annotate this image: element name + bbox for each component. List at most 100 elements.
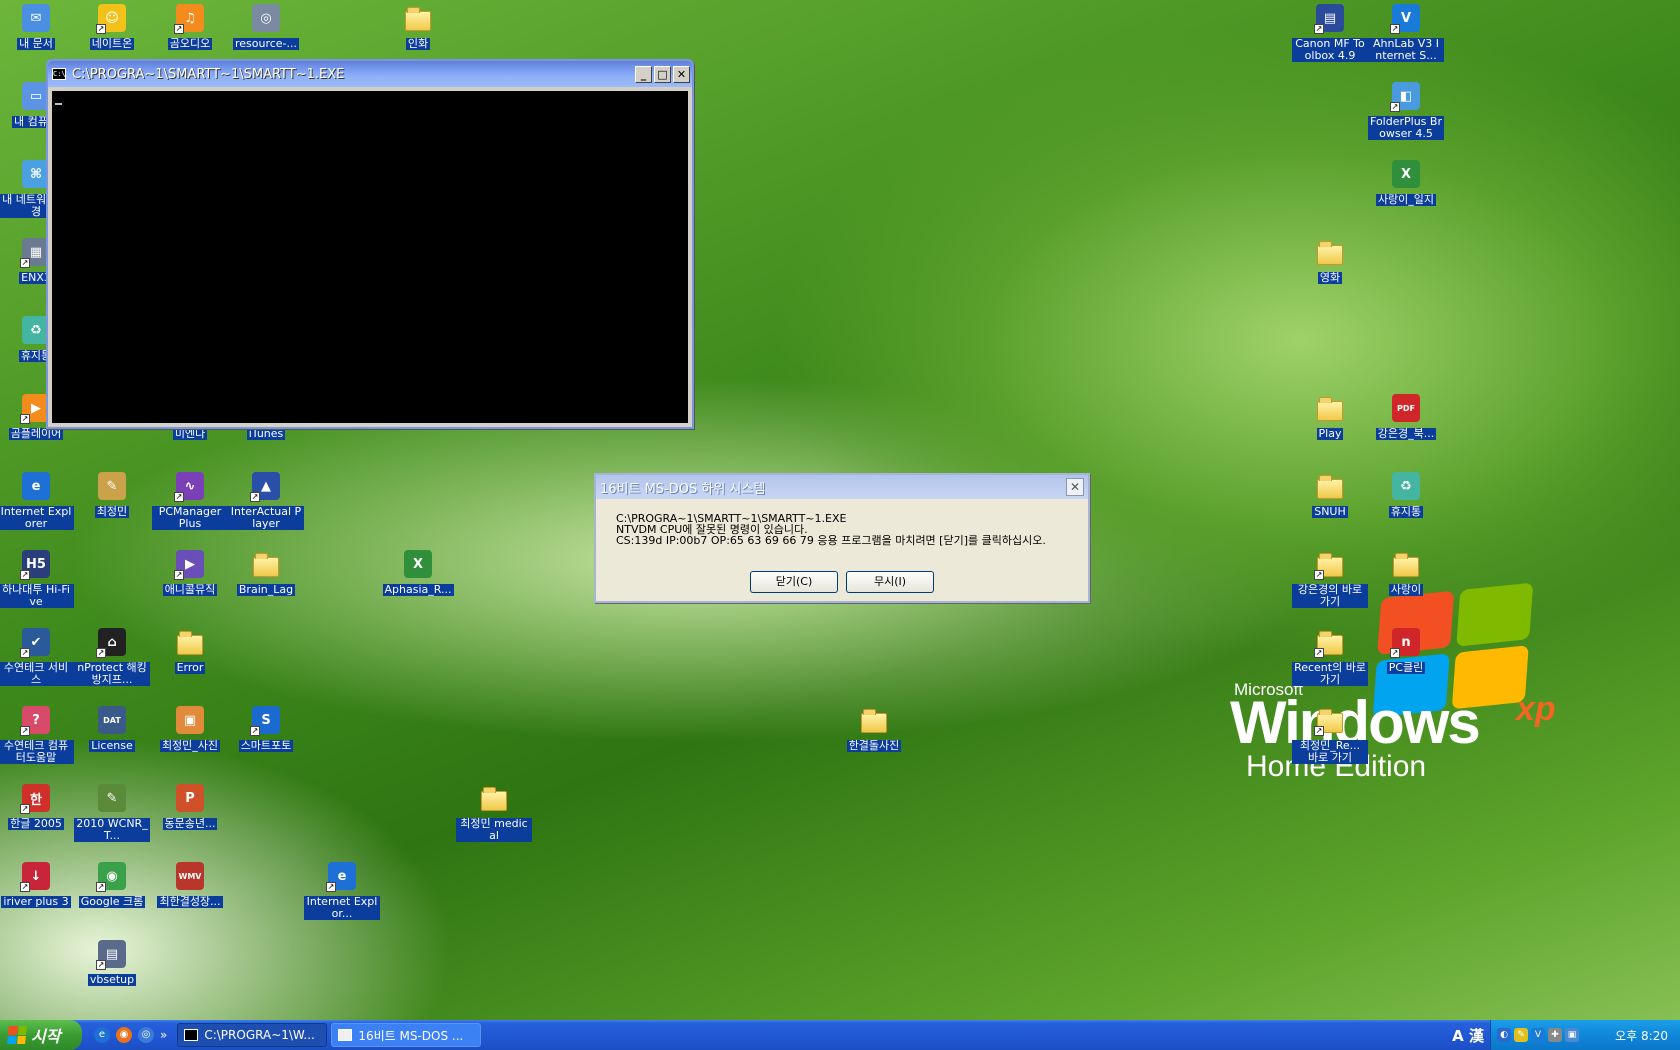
desktop-icon-label: 곰플레이어 [8,427,64,440]
shortcut-arrow-icon: ↗ [174,24,184,34]
shortcut-arrow-icon: ↗ [1314,726,1324,736]
desktop-icon[interactable]: 영화 [1292,236,1368,284]
desktop-icon-label: License [89,739,135,752]
taskbar: 시작 e ◉ ◎ » C:\PROGRA~1\W... 16비트 MS-DOS ...… [0,1020,1680,1050]
desktop-icon[interactable]: ▤ ↗ vbsetup [74,938,150,986]
anycall-music-icon: ▶ ↗ [174,548,206,580]
folder-icon [478,782,510,814]
desktop-icon[interactable]: ▲ ↗ InterActual Player [228,470,304,530]
desktop-icon[interactable]: ▤ ↗ Canon MF Toolbox 4.9 [1292,2,1368,62]
media-quicklaunch-icon[interactable]: ◎ [138,1027,154,1043]
desktop-icon[interactable]: ♫ ↗ 곰오디오 [152,2,228,50]
desktop-icon[interactable]: 최정민 medical [456,782,532,842]
desktop-icon[interactable]: ◎ resource-... [228,2,304,50]
minimize-button[interactable]: _ [635,65,652,83]
desktop-icon[interactable]: Brain_Lag [228,548,304,596]
desktop-icon[interactable]: ? ↗ 수연테크 컴퓨터도움말 [0,704,74,764]
desktop-icon-label: InterActual Player [228,506,304,530]
dialog-task-icon [338,1029,353,1041]
shortcut-arrow-icon: ↗ [20,648,30,658]
console-title-bar[interactable]: C:\ C:\PROGRA~1\SMARTT~1\SMARTT~1.EXE _ … [48,61,692,87]
desktop-icon[interactable]: ∿ ↗ PCManager Plus [152,470,228,530]
desktop-icon[interactable]: H5 ↗ 하나대투 Hi-Five [0,548,74,608]
desktop-icon[interactable]: ↗ Recent의 바로 가기 [1292,626,1368,686]
desktop-icon[interactable]: e Internet Explorer [0,470,74,530]
desktop-icon[interactable]: ▶ ↗ 애니콜뮤직 [152,548,228,596]
desktop-icon[interactable]: 인화 [380,2,456,50]
desktop-icon[interactable]: ⌂ ↗ nProtect 해킹방지프... [74,626,150,686]
desktop-icon[interactable]: e ↗ Internet Explor... [304,860,380,920]
ignore-button[interactable]: 무시(I) [846,571,934,593]
desktop-icon[interactable]: ♻ 휴지통 [1368,470,1444,518]
desktop-icon[interactable]: ◧ ↗ FolderPlus Browser 4.5 [1368,80,1444,140]
desktop-icon[interactable]: S ↗ 스마트포토 [228,704,304,752]
desktop-icon[interactable]: P 동문송년... [152,782,228,830]
maximize-button[interactable]: □ [654,65,671,83]
desktop-icon[interactable]: X Aphasia_R... [380,548,456,596]
desktop-icon[interactable]: V ↗ AhnLab V3 Internet S... [1368,2,1444,62]
desktop-icon[interactable]: PDF 강은경_북... [1368,392,1444,440]
desktop-icon-label: 인화 [405,37,431,50]
desktop-icon[interactable]: ✎ 2010 WCNR_T... [74,782,150,842]
taskbar-button[interactable]: 16비트 MS-DOS ... [331,1023,482,1047]
desktop-icon[interactable]: 한결돌사진 [836,704,912,752]
desktop-icon-label: Error [174,661,206,674]
desktop-icon[interactable]: ◉ ↗ Google 크롬 [74,860,150,908]
desktop-icon[interactable]: ↗ 강은경의 바로 가기 [1292,548,1368,608]
ppt-file-icon: P [174,782,206,814]
close-button[interactable]: ✕ [673,65,690,83]
desktop-icon[interactable]: WMV 최한결성장... [152,860,228,908]
folderplus-icon: ◧ ↗ [1390,80,1422,112]
gom-audio-icon: ♫ ↗ [174,2,206,34]
dialog-close-button[interactable]: ✕ [1066,478,1084,496]
desktop-icon[interactable]: ✔ ↗ 수연테크 서비스 [0,626,74,686]
shortcut-arrow-icon: ↗ [1314,648,1324,658]
dialog-title-bar[interactable]: 16비트 MS-DOS 하위 시스템 ✕ [596,475,1088,499]
desktop-icon[interactable]: ▣ 최정민_사진 [152,704,228,752]
desktop-icon[interactable]: 한 ↗ 한글 2005 [0,782,74,830]
console-window[interactable]: C:\ C:\PROGRA~1\SMARTT~1\SMARTT~1.EXE _ … [46,59,694,429]
ime-indicator[interactable]: A 漢 [1452,1025,1484,1046]
close-application-button[interactable]: 닫기(C) [750,571,838,593]
desktop-icon[interactable]: ↗ 최정민_Re... 바로 가기 [1292,704,1368,764]
desktop-icon[interactable]: Error [152,626,228,674]
desktop-icon[interactable]: ↓ ↗ iriver plus 3 [0,860,74,908]
network-tray-icon[interactable]: ◐ [1497,1028,1511,1042]
taskbar-button[interactable]: C:\PROGRA~1\W... [177,1023,328,1047]
start-label: 시작 [31,1027,61,1046]
nprotect-icon: ⌂ ↗ [96,626,128,658]
desktop-icon[interactable]: 사랑이 [1368,548,1444,596]
shortcut-arrow-icon: ↗ [96,24,106,34]
desktop-icon[interactable]: n ↗ PC클린 [1368,626,1444,674]
desktop-icon[interactable]: ✎ 최정민 [74,470,150,518]
quick-launch-more-button[interactable]: » [160,1028,167,1042]
console-output-area[interactable] [52,91,688,423]
desktop-icon[interactable]: X 사랑이_일지 [1368,158,1444,206]
pen-tray-icon[interactable]: ✎ [1514,1028,1528,1042]
clock[interactable]: 오후 8:20 [1615,1027,1668,1044]
ie-quicklaunch-icon[interactable]: e [94,1027,110,1043]
desktop-icon[interactable]: Play [1292,392,1368,440]
pc-clean-icon: n ↗ [1390,626,1422,658]
user-folder-icon: ✎ [96,470,128,502]
desktop-icon-label: Google 크롬 [78,895,146,908]
firefox-quicklaunch-icon[interactable]: ◉ [116,1027,132,1043]
desktop-icon-label: 강은경의 바로 가기 [1292,584,1368,608]
desktop-icon-label: nProtect 해킹방지프... [74,662,150,686]
desktop-icon-label: 최정민_Re... 바로 가기 [1292,740,1368,764]
start-button[interactable]: 시작 [0,1020,82,1050]
document-icon: ✎ [96,782,128,814]
desktop-icon[interactable]: DAT License [74,704,150,752]
wrench-tray-icon[interactable]: ✚ [1548,1028,1562,1042]
excel-file-icon: X [1390,158,1422,190]
desktop-icon[interactable]: ✉ 내 문서 [0,2,74,50]
display-tray-icon[interactable]: ▣ [1565,1028,1579,1042]
desktop-icon[interactable]: ☺ ↗ 네이트온 [74,2,150,50]
v3-tray-icon[interactable]: V [1531,1028,1545,1042]
desktop-icon-label: 애니콜뮤직 [162,583,218,596]
shortcut-arrow-icon: ↗ [20,414,30,424]
tray-icons: ◐ ✎ V ✚ ▣ [1497,1028,1579,1042]
console-window-icon[interactable]: C:\ [52,68,66,80]
ntvdm-error-dialog[interactable]: 16비트 MS-DOS 하위 시스템 ✕ C:\PROGRA~1\SMARTT~… [594,473,1090,603]
desktop-icon[interactable]: SNUH [1292,470,1368,518]
